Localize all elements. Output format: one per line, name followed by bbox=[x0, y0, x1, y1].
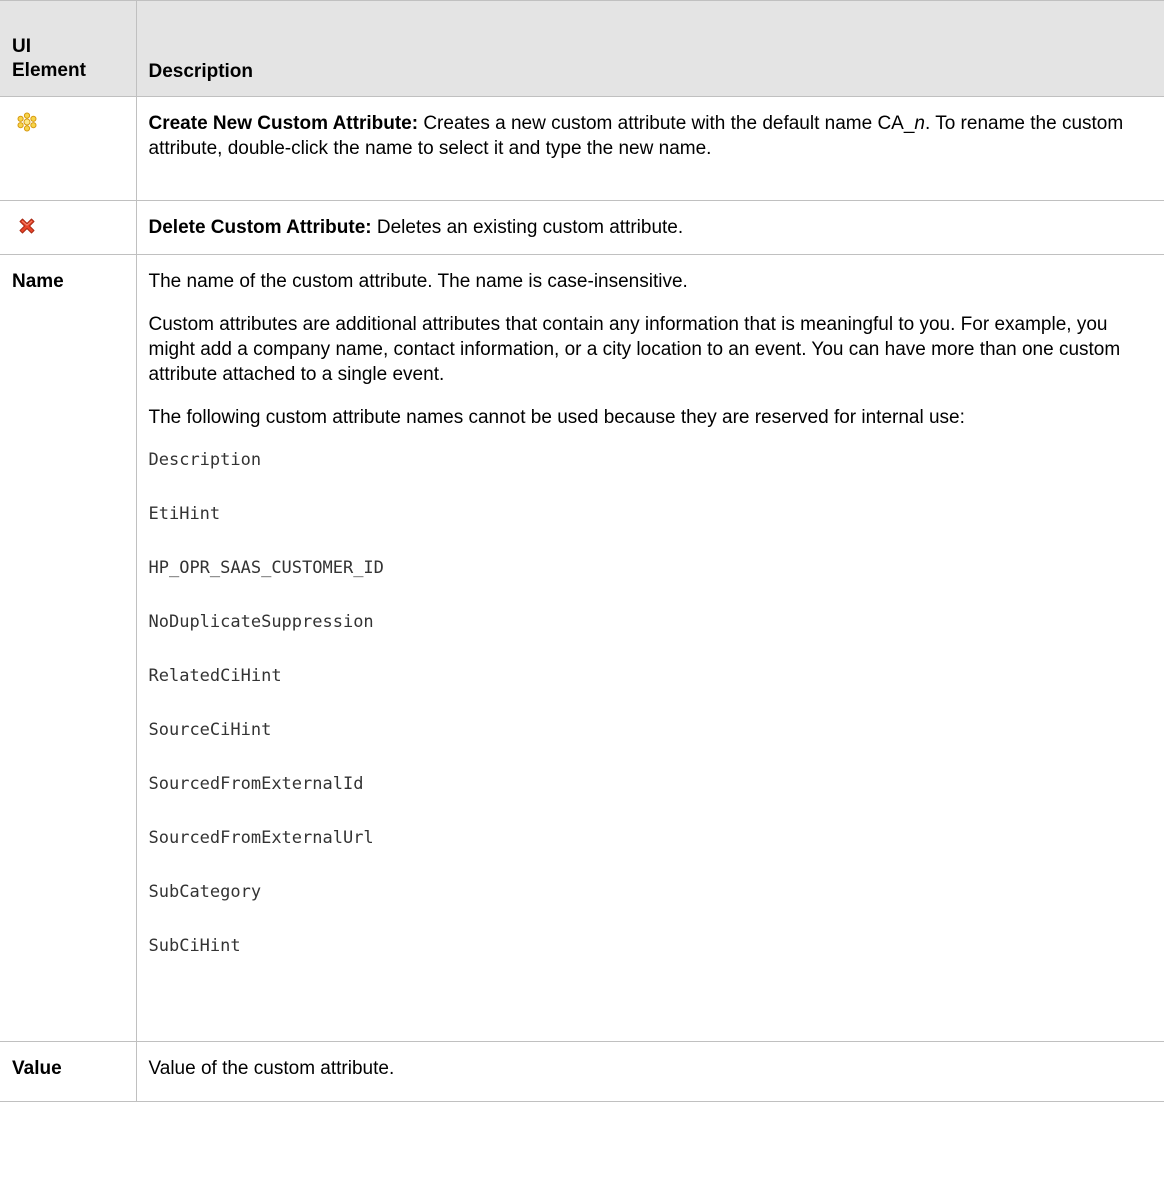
delete-text: Deletes an existing custom attribute. bbox=[371, 217, 684, 238]
reserved-name: SubCategory bbox=[148, 882, 262, 902]
name-paragraph-1: The name of the custom attribute. The na… bbox=[148, 271, 688, 292]
reserved-name: SourcedFromExternalUrl bbox=[148, 828, 374, 848]
asterisk-star-icon bbox=[17, 112, 37, 132]
table-row-value: Value Value of the custom attribute. bbox=[0, 1041, 1164, 1102]
reserved-name: HP_OPR_SAAS_CUSTOMER_ID bbox=[148, 558, 384, 578]
create-text-before: Creates a new custom attribute with the … bbox=[418, 113, 915, 134]
red-x-delete-icon bbox=[19, 218, 35, 234]
name-description-cell: The name of the custom attribute. The na… bbox=[135, 254, 1164, 1042]
value-label: Value bbox=[12, 1058, 62, 1079]
name-paragraph-3: The following custom attribute names can… bbox=[148, 407, 965, 428]
value-description: Value of the custom attribute. bbox=[148, 1058, 395, 1079]
reserved-name: SubCiHint bbox=[148, 936, 241, 956]
delete-description-cell: Delete Custom Attribute: Deletes an exis… bbox=[135, 200, 1164, 255]
name-label: Name bbox=[12, 271, 64, 292]
table-header-row: UI Element Description bbox=[0, 0, 1164, 97]
create-text-italic: n bbox=[914, 113, 925, 134]
table-row-delete-custom-attribute: Delete Custom Attribute: Deletes an exis… bbox=[0, 200, 1164, 255]
reserved-name: SourcedFromExternalId bbox=[148, 774, 364, 794]
header-ui-element: UI Element bbox=[0, 0, 137, 97]
create-title: Create New Custom Attribute: bbox=[148, 113, 419, 134]
delete-description: Delete Custom Attribute: Deletes an exis… bbox=[149, 215, 1151, 240]
ui-element-table: UI Element Description Create New Custom … bbox=[0, 0, 1164, 1102]
header-description: Description bbox=[135, 0, 1164, 97]
create-description: Create New Custom Attribute: Creates a n… bbox=[149, 111, 1151, 161]
reserved-name: NoDuplicateSuppression bbox=[148, 612, 374, 632]
create-description-cell: Create New Custom Attribute: Creates a n… bbox=[135, 96, 1164, 201]
table-row-name: Name The name of the custom attribute. T… bbox=[0, 254, 1164, 1042]
delete-icon-cell bbox=[0, 200, 137, 255]
reserved-name: RelatedCiHint bbox=[148, 666, 282, 686]
reserved-name: EtiHint bbox=[148, 504, 221, 524]
value-description-cell: Value of the custom attribute. bbox=[135, 1041, 1164, 1102]
delete-title: Delete Custom Attribute: bbox=[148, 217, 372, 238]
table-row-create-custom-attribute: Create New Custom Attribute: Creates a n… bbox=[0, 96, 1164, 201]
reserved-name: SourceCiHint bbox=[148, 720, 272, 740]
value-label-cell: Value bbox=[0, 1041, 137, 1102]
name-paragraph-2: Custom attributes are additional attribu… bbox=[148, 314, 1121, 385]
name-label-cell: Name bbox=[0, 254, 137, 1042]
create-icon-cell bbox=[0, 96, 137, 201]
reserved-name: Description bbox=[148, 450, 262, 470]
